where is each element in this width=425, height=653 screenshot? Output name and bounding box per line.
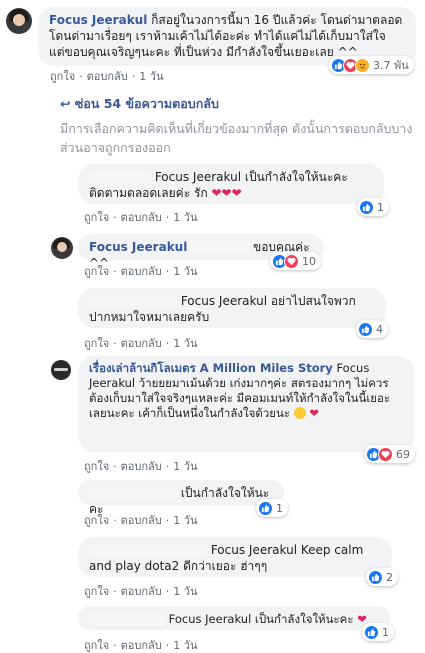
reaction-summary[interactable]: 1 xyxy=(357,198,389,216)
like-link[interactable]: ถูกใจ xyxy=(84,636,109,653)
like-link[interactable]: ถูกใจ xyxy=(84,334,109,352)
reply-link[interactable]: ตอบกลับ xyxy=(121,262,162,280)
avatar[interactable] xyxy=(40,482,62,504)
avatar[interactable] xyxy=(51,360,71,380)
reply-text: ว้ายยยมาเม้นด้วย เก่งมากๆค่ะ สตรองมากๆ ไ… xyxy=(89,376,391,420)
like-link[interactable]: ถูกใจ xyxy=(84,457,109,475)
reaction-count: 1 xyxy=(382,625,389,639)
timestamp[interactable]: 1 วัน xyxy=(173,636,197,653)
hide-replies-link[interactable]: ↩︎ ซ่อน 54 ข้อความตอบกลับ xyxy=(60,94,219,114)
timestamp[interactable]: 1 วัน xyxy=(173,208,197,226)
reply-link[interactable]: ตอบกลับ xyxy=(121,457,162,475)
reply-bubble: Focus Jeerakul Keep calm and play dota2 … xyxy=(78,537,392,577)
reply-bubble: Focus Jeerakul เป็นกำลังใจให้นะคะ ติดตาม… xyxy=(78,164,384,204)
reply-actions: ถูกใจ · ตอบกลับ · 1 วัน xyxy=(84,334,197,352)
reaction-count: 3.7 พัน xyxy=(373,59,409,72)
sad-icon xyxy=(355,57,370,73)
reply-bubble: Focus Jeerakul อย่าไปสนใจพวกปากหมาใจหมาเ… xyxy=(78,288,386,328)
like-link[interactable]: ถูกใจ xyxy=(84,262,109,280)
reply-actions: ถูกใจ · ตอบกลับ · 1 วัน xyxy=(84,262,197,280)
timestamp[interactable]: 1 วัน xyxy=(173,334,197,352)
like-link[interactable]: ถูกใจ xyxy=(84,208,109,226)
heart-emoji: ❤❤❤ xyxy=(211,186,242,200)
reaction-summary[interactable]: 1 xyxy=(256,499,288,517)
reaction-summary[interactable]: 3.7 พัน xyxy=(329,56,414,74)
like-icon xyxy=(359,199,374,215)
reply-link[interactable]: ตอบกลับ xyxy=(121,582,162,600)
reaction-count: 69 xyxy=(396,447,410,461)
love-icon xyxy=(378,446,393,462)
avatar[interactable] xyxy=(6,8,32,34)
reply-bubble: เป็นกำลังใจให้นะคะ xyxy=(78,480,284,516)
timestamp[interactable]: 1 วัน xyxy=(173,582,197,600)
timestamp[interactable]: 1 วัน xyxy=(173,457,197,475)
reaction-count: 4 xyxy=(376,322,383,336)
like-link[interactable]: ถูกใจ xyxy=(84,582,109,600)
reply-author[interactable]: Focus Jeerakul xyxy=(89,240,187,254)
reply-link[interactable]: ตอบกลับ xyxy=(121,208,162,226)
love-icon xyxy=(284,253,299,269)
smile-emoji xyxy=(293,407,306,419)
reaction-summary[interactable]: 10 xyxy=(270,252,321,270)
relevance-notice: มีการเลือกความคิดเห็นที่เกี่ยวข้องมากที่… xyxy=(60,121,413,155)
reaction-count: 10 xyxy=(302,254,316,268)
reply-actions: ถูกใจ · ตอบกลับ · 1 วัน xyxy=(84,511,197,529)
reaction-summary[interactable]: 4 xyxy=(356,320,388,338)
like-link[interactable]: ถูกใจ xyxy=(84,511,109,529)
like-icon xyxy=(364,624,379,640)
timestamp[interactable]: 1 วัน xyxy=(139,67,163,85)
reaction-summary[interactable]: 2 xyxy=(366,568,398,586)
reply-link[interactable]: ตอบกลับ xyxy=(121,511,162,529)
like-icon xyxy=(258,500,273,516)
heart-emoji: ❤ xyxy=(309,406,320,420)
comment-actions: ถูกใจ · ตอบกลับ · 1 วัน xyxy=(50,67,163,85)
reply-link[interactable]: ตอบกลับ xyxy=(121,334,162,352)
avatar[interactable] xyxy=(40,166,62,188)
like-link[interactable]: ถูกใจ xyxy=(50,67,75,85)
reply-actions: ถูกใจ · ตอบกลับ · 1 วัน xyxy=(84,208,197,226)
reaction-count: 2 xyxy=(386,570,393,584)
reply-author[interactable]: เรื่องเล่าล้านกิโลเมตร A Million Miles S… xyxy=(89,361,333,375)
timestamp[interactable]: 1 วัน xyxy=(173,262,197,280)
reaction-count: 1 xyxy=(276,501,283,515)
back-arrow-icon: ↩︎ xyxy=(60,96,71,111)
reply-actions: ถูกใจ · ตอบกลับ · 1 วัน xyxy=(84,636,197,653)
comment-author[interactable]: Focus Jeerakul xyxy=(49,13,147,27)
reaction-count: 1 xyxy=(377,200,384,214)
reply-text: Focus Jeerakul เป็นกำลังใจให้นะคะ xyxy=(168,612,354,626)
like-icon xyxy=(358,321,373,337)
avatar[interactable] xyxy=(40,540,62,562)
reply-link[interactable]: ตอบกลับ xyxy=(121,636,162,653)
reply-bubble: Focus Jeerakul เป็นกำลังใจให้นะคะ ❤ xyxy=(78,606,390,630)
avatar[interactable] xyxy=(40,288,62,310)
reply-actions: ถูกใจ · ตอบกลับ · 1 วัน xyxy=(84,582,197,600)
timestamp[interactable]: 1 วัน xyxy=(173,511,197,529)
reply-actions: ถูกใจ · ตอบกลับ · 1 วัน xyxy=(84,457,197,475)
avatar[interactable] xyxy=(51,237,73,259)
reaction-summary[interactable]: 69 xyxy=(364,445,415,463)
reaction-summary[interactable]: 1 xyxy=(362,623,394,641)
reply-bubble: เรื่องเล่าล้านกิโลเมตร A Million Miles S… xyxy=(78,356,414,452)
like-icon xyxy=(368,569,383,585)
reply-link[interactable]: ตอบกลับ xyxy=(87,67,128,85)
avatar[interactable] xyxy=(40,608,62,630)
